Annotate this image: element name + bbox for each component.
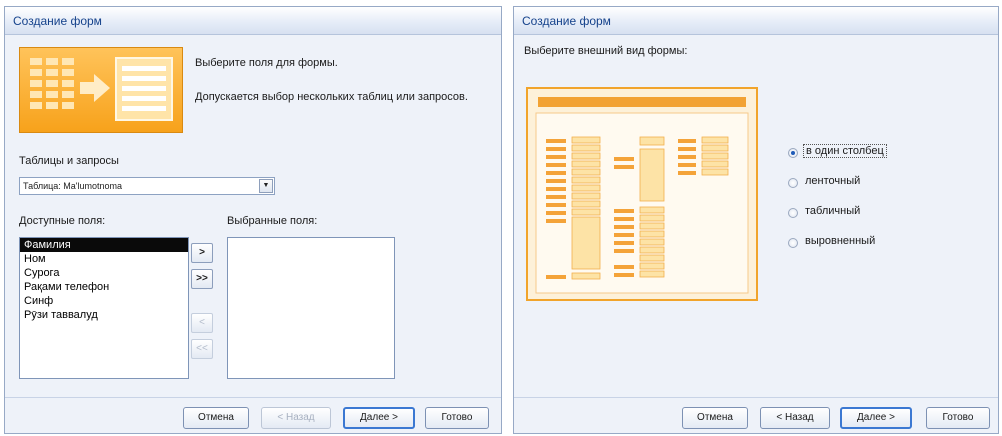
form-wizard-illustration-icon [30, 57, 173, 121]
layout-option-label: выровненный [805, 235, 876, 247]
wizard-banner-image [19, 47, 183, 133]
table-select-value: Таблица: Ma'lumotnoma [23, 181, 123, 191]
selected-fields-label: Выбранные поля: [227, 215, 318, 227]
radio-selected-icon[interactable] [788, 148, 798, 158]
layout-option-label: ленточный [805, 175, 861, 187]
next-button[interactable]: Далее > [343, 407, 415, 429]
next-button[interactable]: Далее > [840, 407, 912, 429]
tables-queries-label: Таблицы и запросы [19, 155, 119, 167]
screenshot-canvas: Создание форм Выберите поля для формы. Д… [0, 0, 1002, 436]
list-item[interactable]: Рӯзи таввалуд [20, 308, 188, 322]
wizard-prompt: Выберите поля для формы. [195, 57, 338, 69]
list-item[interactable]: Ном [20, 252, 188, 266]
list-item[interactable]: Сурога [20, 266, 188, 280]
window-title: Создание форм [13, 14, 102, 28]
selected-fields-list[interactable] [227, 237, 395, 379]
form-wizard-fields-window: Создание форм Выберите поля для формы. Д… [4, 6, 502, 434]
finish-button[interactable]: Готово [425, 407, 489, 429]
layout-option-label: табличный [805, 205, 861, 217]
available-fields-label: Доступные поля: [19, 215, 106, 227]
remove-all-fields-button[interactable]: << [191, 339, 213, 359]
cancel-button[interactable]: Отмена [183, 407, 249, 429]
wizard-note: Допускается выбор нескольких таблиц или … [195, 91, 468, 103]
radio-icon[interactable] [788, 238, 798, 248]
list-item[interactable]: Синф [20, 294, 188, 308]
radio-icon[interactable] [788, 178, 798, 188]
available-fields-list[interactable]: Фамилия Ном Сурога Рақами телефон Синф Р… [19, 237, 189, 379]
add-field-button[interactable]: > [191, 243, 213, 263]
window-title-bar: Создание форм [5, 7, 501, 35]
dropdown-arrow-icon[interactable]: ▼ [259, 179, 273, 193]
add-all-fields-button[interactable]: >> [191, 269, 213, 289]
cancel-button[interactable]: Отмена [682, 407, 748, 429]
form-wizard-layout-window: Создание форм Выберите внешний вид формы… [513, 6, 999, 434]
footer-divider [514, 397, 998, 398]
window-title: Создание форм [522, 14, 611, 28]
back-button[interactable]: < Назад [261, 407, 331, 429]
columnar-form-preview-icon [535, 97, 749, 294]
list-item[interactable]: Фамилия [20, 238, 188, 252]
footer-divider [5, 397, 501, 398]
table-select-dropdown[interactable]: Таблица: Ma'lumotnoma ▼ [19, 177, 275, 195]
finish-button[interactable]: Готово [926, 407, 990, 429]
window-title-bar: Создание форм [514, 7, 998, 35]
layout-preview [526, 87, 758, 301]
list-item[interactable]: Рақами телефон [20, 280, 188, 294]
wizard-prompt: Выберите внешний вид формы: [524, 45, 688, 57]
remove-field-button[interactable]: < [191, 313, 213, 333]
radio-icon[interactable] [788, 208, 798, 218]
layout-option-label: в один столбец [803, 144, 887, 158]
back-button[interactable]: < Назад [760, 407, 830, 429]
